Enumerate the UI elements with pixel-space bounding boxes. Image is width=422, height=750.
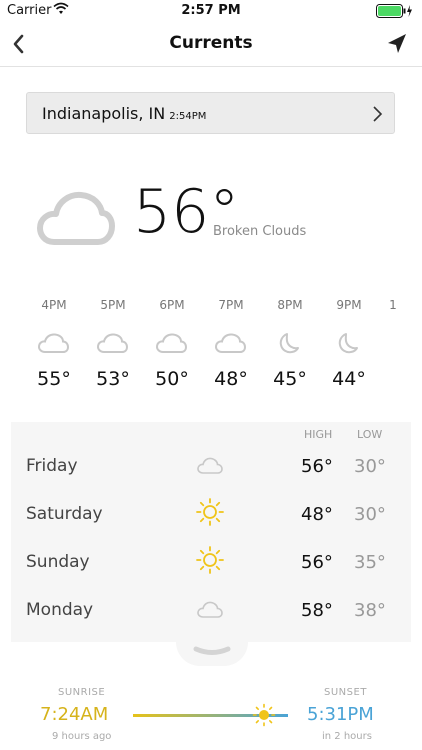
hour-temperature: 50° [155,368,189,390]
moon-icon [338,333,358,354]
sunrise-relative: 9 hours ago [52,731,112,742]
daily-row[interactable]: Friday 56° 30° [11,442,411,490]
status-time: 2:57 PM [181,3,241,18]
daily-row[interactable]: Monday 58° 38° [11,586,411,634]
location-selector[interactable]: Indianapolis, IN 2:54PM [26,92,395,134]
day-name: Saturday [26,504,103,524]
day-name: Monday [26,600,94,620]
sun-icon [196,498,224,526]
hour-item: 9PM 44° [319,298,379,390]
day-high: 58° [301,600,333,621]
day-name: Friday [26,456,78,476]
hour-item: 7PM 48° [201,298,261,390]
expand-handle[interactable] [176,642,248,666]
day-high: 56° [301,552,333,573]
battery-icon [376,4,412,18]
sun-icon [196,546,224,574]
city-name: Indianapolis, IN [42,104,166,123]
sunset-label: SUNSET [324,687,367,698]
hour-item: 1 [378,298,408,316]
hour-label: 8PM [277,298,303,312]
location-arrow-icon[interactable] [384,31,410,57]
cloud-icon [197,457,223,474]
low-column-header: LOW [357,428,383,441]
hour-label: 1 [389,298,397,312]
moon-icon [279,333,299,354]
sunset-relative: in 2 hours [322,731,372,742]
sunset-time: 5:31PM [307,704,374,725]
sunrise-time: 7:24AM [40,704,109,725]
status-bar: Carrier 2:57 PM [0,0,422,22]
current-condition: Broken Clouds [213,224,307,239]
hour-temperature: 53° [96,368,130,390]
sun-times: SUNRISE 7:24AM 9 hours ago SUNSET 5:31PM… [0,680,422,750]
location-city: Indianapolis, IN 2:54PM [42,104,206,123]
day-high: 48° [301,504,333,525]
day-high: 56° [301,456,333,477]
hour-item: 8PM 45° [260,298,320,390]
hour-temperature: 45° [273,368,307,390]
page-title: Currents [169,33,253,53]
day-low: 38° [354,600,386,621]
chevron-right-icon [373,106,383,122]
hourly-forecast[interactable]: 4PM 55° 5PM 53° 6PM 50° 7PM 48° 8PM 45° … [0,298,422,398]
day-low: 30° [354,456,386,477]
hour-temperature: 55° [37,368,71,390]
high-column-header: HIGH [304,428,333,441]
navigation-bar: Currents [0,22,422,67]
day-low: 30° [354,504,386,525]
hour-label: 4PM [41,298,67,312]
day-low: 35° [354,552,386,573]
sunrise-label: SUNRISE [58,687,106,698]
hour-label: 9PM [336,298,362,312]
hour-temperature: 48° [214,368,248,390]
hour-label: 6PM [159,298,185,312]
daily-row[interactable]: Sunday 56° 35° [11,538,411,586]
cloud-icon [214,333,247,353]
cloud-icon [155,333,188,353]
hour-label: 7PM [218,298,244,312]
hour-item: 4PM 55° [24,298,84,390]
hour-item: 6PM 50° [142,298,202,390]
hour-label: 5PM [100,298,126,312]
daily-row[interactable]: Saturday 48° 30° [11,490,411,538]
sun-icon [252,703,276,727]
hour-item: 5PM 53° [83,298,143,390]
hour-temperature: 44° [332,368,366,390]
location-time: 2:54PM [169,111,207,122]
cloud-icon [96,333,129,353]
chevron-down-icon [193,646,231,655]
cloud-icon [197,601,223,618]
cloud-icon [37,191,115,245]
cloud-icon [37,333,70,353]
daily-forecast: HIGH LOW Friday 56° 30° Saturday 48° 30°… [11,422,411,642]
day-name: Sunday [26,552,90,572]
